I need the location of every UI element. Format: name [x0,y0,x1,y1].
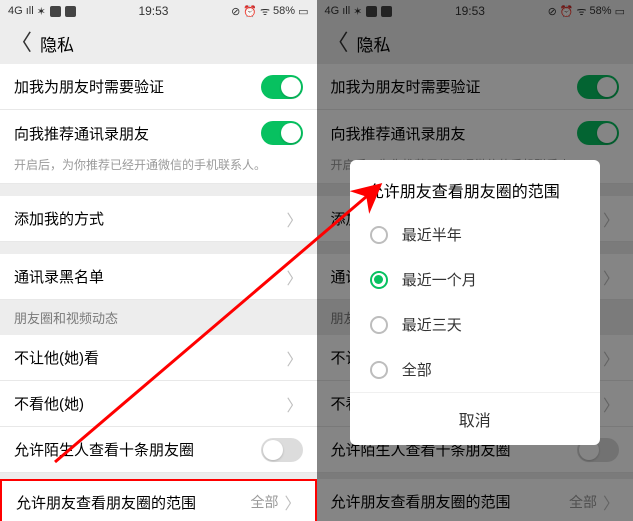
radio-icon [370,361,388,379]
chevron-right-icon: 〉 [284,490,300,514]
row-value: 全部 [250,492,278,512]
battery-icon: ▭ [298,5,308,18]
option-label: 最近三天 [402,314,462,335]
battery-pct: 58% [273,5,295,17]
row-add-methods[interactable]: 添加我的方式 〉 [0,196,317,242]
status-badge [50,6,61,17]
toggle-recommend[interactable] [261,121,303,145]
page-title: 隐私 [40,31,74,56]
row-view-range[interactable]: 允许朋友查看朋友圈的范围 全部 〉 [0,479,317,521]
row-label: 向我推荐通讯录朋友 [14,123,261,144]
option-half-year[interactable]: 最近半年 [350,212,600,257]
status-bar: 4G ıll ✶ 19:53 ⊘ ⏰ ᯤ 58% ▭ [0,0,317,22]
page-header: 〈 隐私 [0,22,317,64]
screen-before: 4G ıll ✶ 19:53 ⊘ ⏰ ᯤ 58% ▭ 〈 隐私 加我为朋友时需要… [0,0,317,521]
row-label: 允许朋友查看朋友圈的范围 [16,492,250,513]
chevron-right-icon: 〉 [286,392,302,416]
row-recommend-desc: 开启后，为你推荐已经开通微信的手机联系人。 [0,156,317,184]
option-label: 最近半年 [402,224,462,245]
alarm-icon: ⏰ [243,5,257,18]
section-gap [0,184,317,196]
dialog-title: 允许朋友查看朋友圈的范围 [350,160,600,212]
section-header-moments: 朋友圈和视频动态 [0,300,317,335]
radio-icon [370,226,388,244]
row-block-see[interactable]: 不看他(她) 〉 [0,381,317,427]
network-type: 4G [8,5,23,17]
option-one-month[interactable]: 最近一个月 [350,257,600,302]
wifi-icon: ✶ [37,5,46,18]
row-stranger-ten[interactable]: 允许陌生人查看十条朋友圈 [0,427,317,473]
row-label: 允许陌生人查看十条朋友圈 [14,439,261,460]
row-label: 加我为朋友时需要验证 [14,76,261,97]
row-recommend[interactable]: 向我推荐通讯录朋友 [0,110,317,156]
option-three-days[interactable]: 最近三天 [350,302,600,347]
radio-icon [370,316,388,334]
radio-icon [370,271,388,289]
status-time: 19:53 [138,4,168,18]
option-label: 全部 [402,359,432,380]
row-add-verify[interactable]: 加我为朋友时需要验证 [0,64,317,110]
row-block-them[interactable]: 不让他(她)看 〉 [0,335,317,381]
toggle-add-verify[interactable] [261,75,303,99]
cancel-button[interactable]: 取消 [350,392,600,445]
chevron-right-icon: 〉 [286,265,302,289]
wifi-icon: ᯤ [260,4,270,19]
modal-overlay[interactable]: 允许朋友查看朋友圈的范围 最近半年 最近一个月 最近三天 全部 取消 [317,0,633,521]
option-all[interactable]: 全部 [350,347,600,392]
signal-icon: ıll [26,5,34,17]
back-icon[interactable]: 〈 [10,32,32,54]
row-label: 不让他(她)看 [14,347,286,368]
status-badge [65,6,76,17]
dnd-icon: ⊘ [231,5,240,18]
section-gap [0,242,317,254]
row-label: 通讯录黑名单 [14,266,286,287]
chevron-right-icon: 〉 [286,207,302,231]
screen-after: 4G ıll ✶ 19:53 ⊘ ⏰ ᯤ 58% ▭ 〈 隐私 加我为朋友时需要… [317,0,633,521]
row-label: 不看他(她) [14,393,286,414]
option-label: 最近一个月 [402,269,477,290]
row-blacklist[interactable]: 通讯录黑名单 〉 [0,254,317,300]
row-label: 添加我的方式 [14,208,286,229]
range-dialog: 允许朋友查看朋友圈的范围 最近半年 最近一个月 最近三天 全部 取消 [350,160,600,445]
toggle-stranger-ten[interactable] [261,438,303,462]
chevron-right-icon: 〉 [286,346,302,370]
